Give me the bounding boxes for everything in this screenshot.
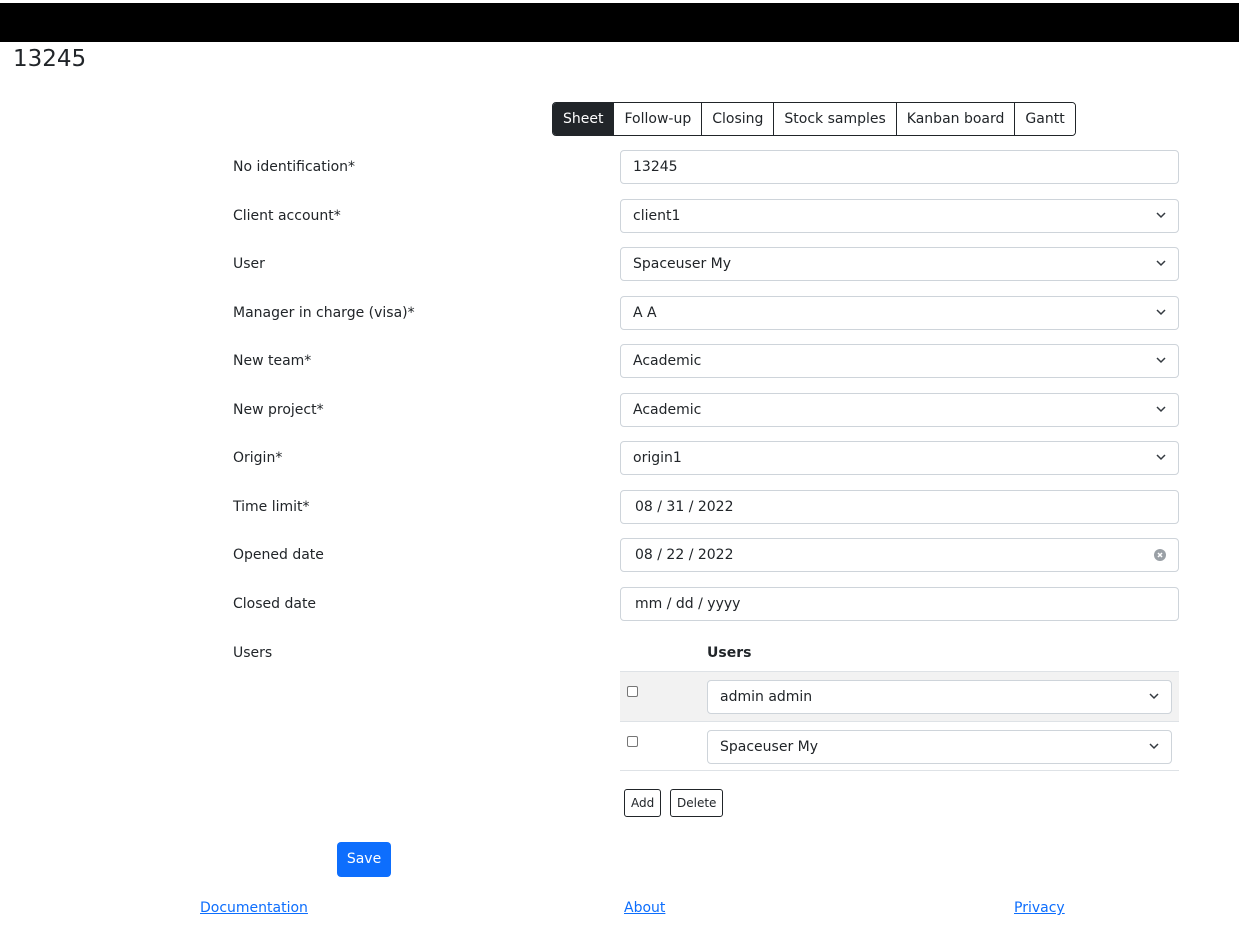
- documentation-link[interactable]: Documentation: [200, 900, 308, 916]
- field-label: Time limit*: [233, 499, 310, 515]
- field-label: Users: [233, 645, 273, 661]
- field-label: Client account*: [233, 208, 341, 224]
- field-label: No identification*: [233, 159, 356, 175]
- tab-bar: Sheet Follow-up Closing Stock samples Ka…: [552, 102, 1076, 136]
- form-row-no-identification: No identification* 13245: [0, 150, 1239, 184]
- form-row-origin: Origin* origin1: [0, 441, 1239, 475]
- field-label: Origin*: [233, 450, 283, 466]
- field-value: A A: [633, 305, 657, 321]
- user-select[interactable]: Spaceuser My: [620, 247, 1179, 281]
- form-row-user: User Spaceuser My: [0, 247, 1239, 281]
- chevron-down-icon: [1156, 442, 1166, 461]
- tab-closing[interactable]: Closing: [701, 103, 774, 135]
- field-value: client1: [633, 208, 681, 224]
- client-account-select[interactable]: client1: [620, 199, 1179, 233]
- field-label: Closed date: [233, 596, 317, 612]
- tab-follow-up[interactable]: Follow-up: [613, 103, 702, 135]
- form-row-manager: Manager in charge (visa)* A A: [0, 296, 1239, 330]
- chevron-down-icon: [1156, 248, 1166, 267]
- privacy-link[interactable]: Privacy: [1014, 900, 1065, 916]
- field-label: User: [233, 256, 265, 272]
- tab-gantt[interactable]: Gantt: [1014, 103, 1075, 135]
- closed-date-input[interactable]: mm / dd / yyyy: [620, 587, 1179, 621]
- new-project-select[interactable]: Academic: [620, 393, 1179, 427]
- field-value: Academic: [633, 353, 702, 369]
- form-row-client-account: Client account* client1: [0, 199, 1239, 233]
- time-limit-date-input[interactable]: 08 / 31 / 2022: [620, 490, 1179, 524]
- form-row-closed-date: Closed date mm / dd / yyyy: [0, 587, 1239, 621]
- opened-date-input[interactable]: 08 / 22 / 2022: [620, 538, 1179, 572]
- tab-sheet[interactable]: Sheet: [553, 103, 614, 135]
- about-link[interactable]: About: [624, 900, 665, 916]
- no-identification-input[interactable]: 13245: [620, 150, 1179, 184]
- chevron-down-icon: [1149, 731, 1159, 750]
- tab-stock-samples[interactable]: Stock samples: [773, 103, 896, 135]
- field-label: New team*: [233, 353, 312, 369]
- table-row: admin admin: [620, 672, 1179, 721]
- form-row-time-limit: Time limit* 08 / 31 / 2022: [0, 490, 1239, 524]
- top-navbar: [0, 3, 1239, 42]
- field-value: 13245: [633, 159, 678, 175]
- page-title: 13245: [13, 46, 87, 72]
- field-value: origin1: [633, 450, 682, 466]
- chevron-down-icon: [1156, 394, 1166, 413]
- user-row-select[interactable]: Spaceuser My: [707, 730, 1172, 764]
- row-checkbox[interactable]: [627, 736, 638, 747]
- user-row-select[interactable]: admin admin: [707, 680, 1172, 714]
- chevron-down-icon: [1156, 200, 1166, 219]
- table-row: Spaceuser My: [620, 722, 1179, 771]
- field-value: Spaceuser My: [720, 739, 819, 755]
- tab-kanban-board[interactable]: Kanban board: [895, 103, 1015, 135]
- chevron-down-icon: [1149, 681, 1159, 700]
- form-row-new-project: New project* Academic: [0, 393, 1239, 427]
- divider: [620, 770, 1179, 771]
- field-label: Manager in charge (visa)*: [233, 305, 415, 321]
- add-user-button[interactable]: Add: [624, 789, 662, 817]
- field-value: 08 / 31 / 2022: [635, 499, 734, 515]
- chevron-down-icon: [1156, 345, 1166, 364]
- field-value: Academic: [633, 402, 702, 418]
- field-value: 08 / 22 / 2022: [635, 547, 734, 563]
- field-value: Spaceuser My: [633, 256, 732, 272]
- field-label: New project*: [233, 402, 324, 418]
- delete-user-button[interactable]: Delete: [670, 789, 724, 817]
- users-column-header: Users: [707, 645, 752, 661]
- field-value: admin admin: [720, 689, 813, 705]
- field-label: Opened date: [233, 547, 324, 563]
- form-row-new-team: New team* Academic: [0, 344, 1239, 378]
- manager-select[interactable]: A A: [620, 296, 1179, 330]
- form-row-opened-date: Opened date 08 / 22 / 2022: [0, 538, 1239, 572]
- clear-icon[interactable]: [1154, 549, 1166, 561]
- row-checkbox[interactable]: [627, 686, 638, 697]
- field-value: mm / dd / yyyy: [635, 596, 741, 612]
- save-button[interactable]: Save: [337, 842, 391, 877]
- chevron-down-icon: [1156, 297, 1166, 316]
- form-row-users: Users: [0, 636, 1239, 670]
- new-team-select[interactable]: Academic: [620, 344, 1179, 378]
- origin-select[interactable]: origin1: [620, 441, 1179, 475]
